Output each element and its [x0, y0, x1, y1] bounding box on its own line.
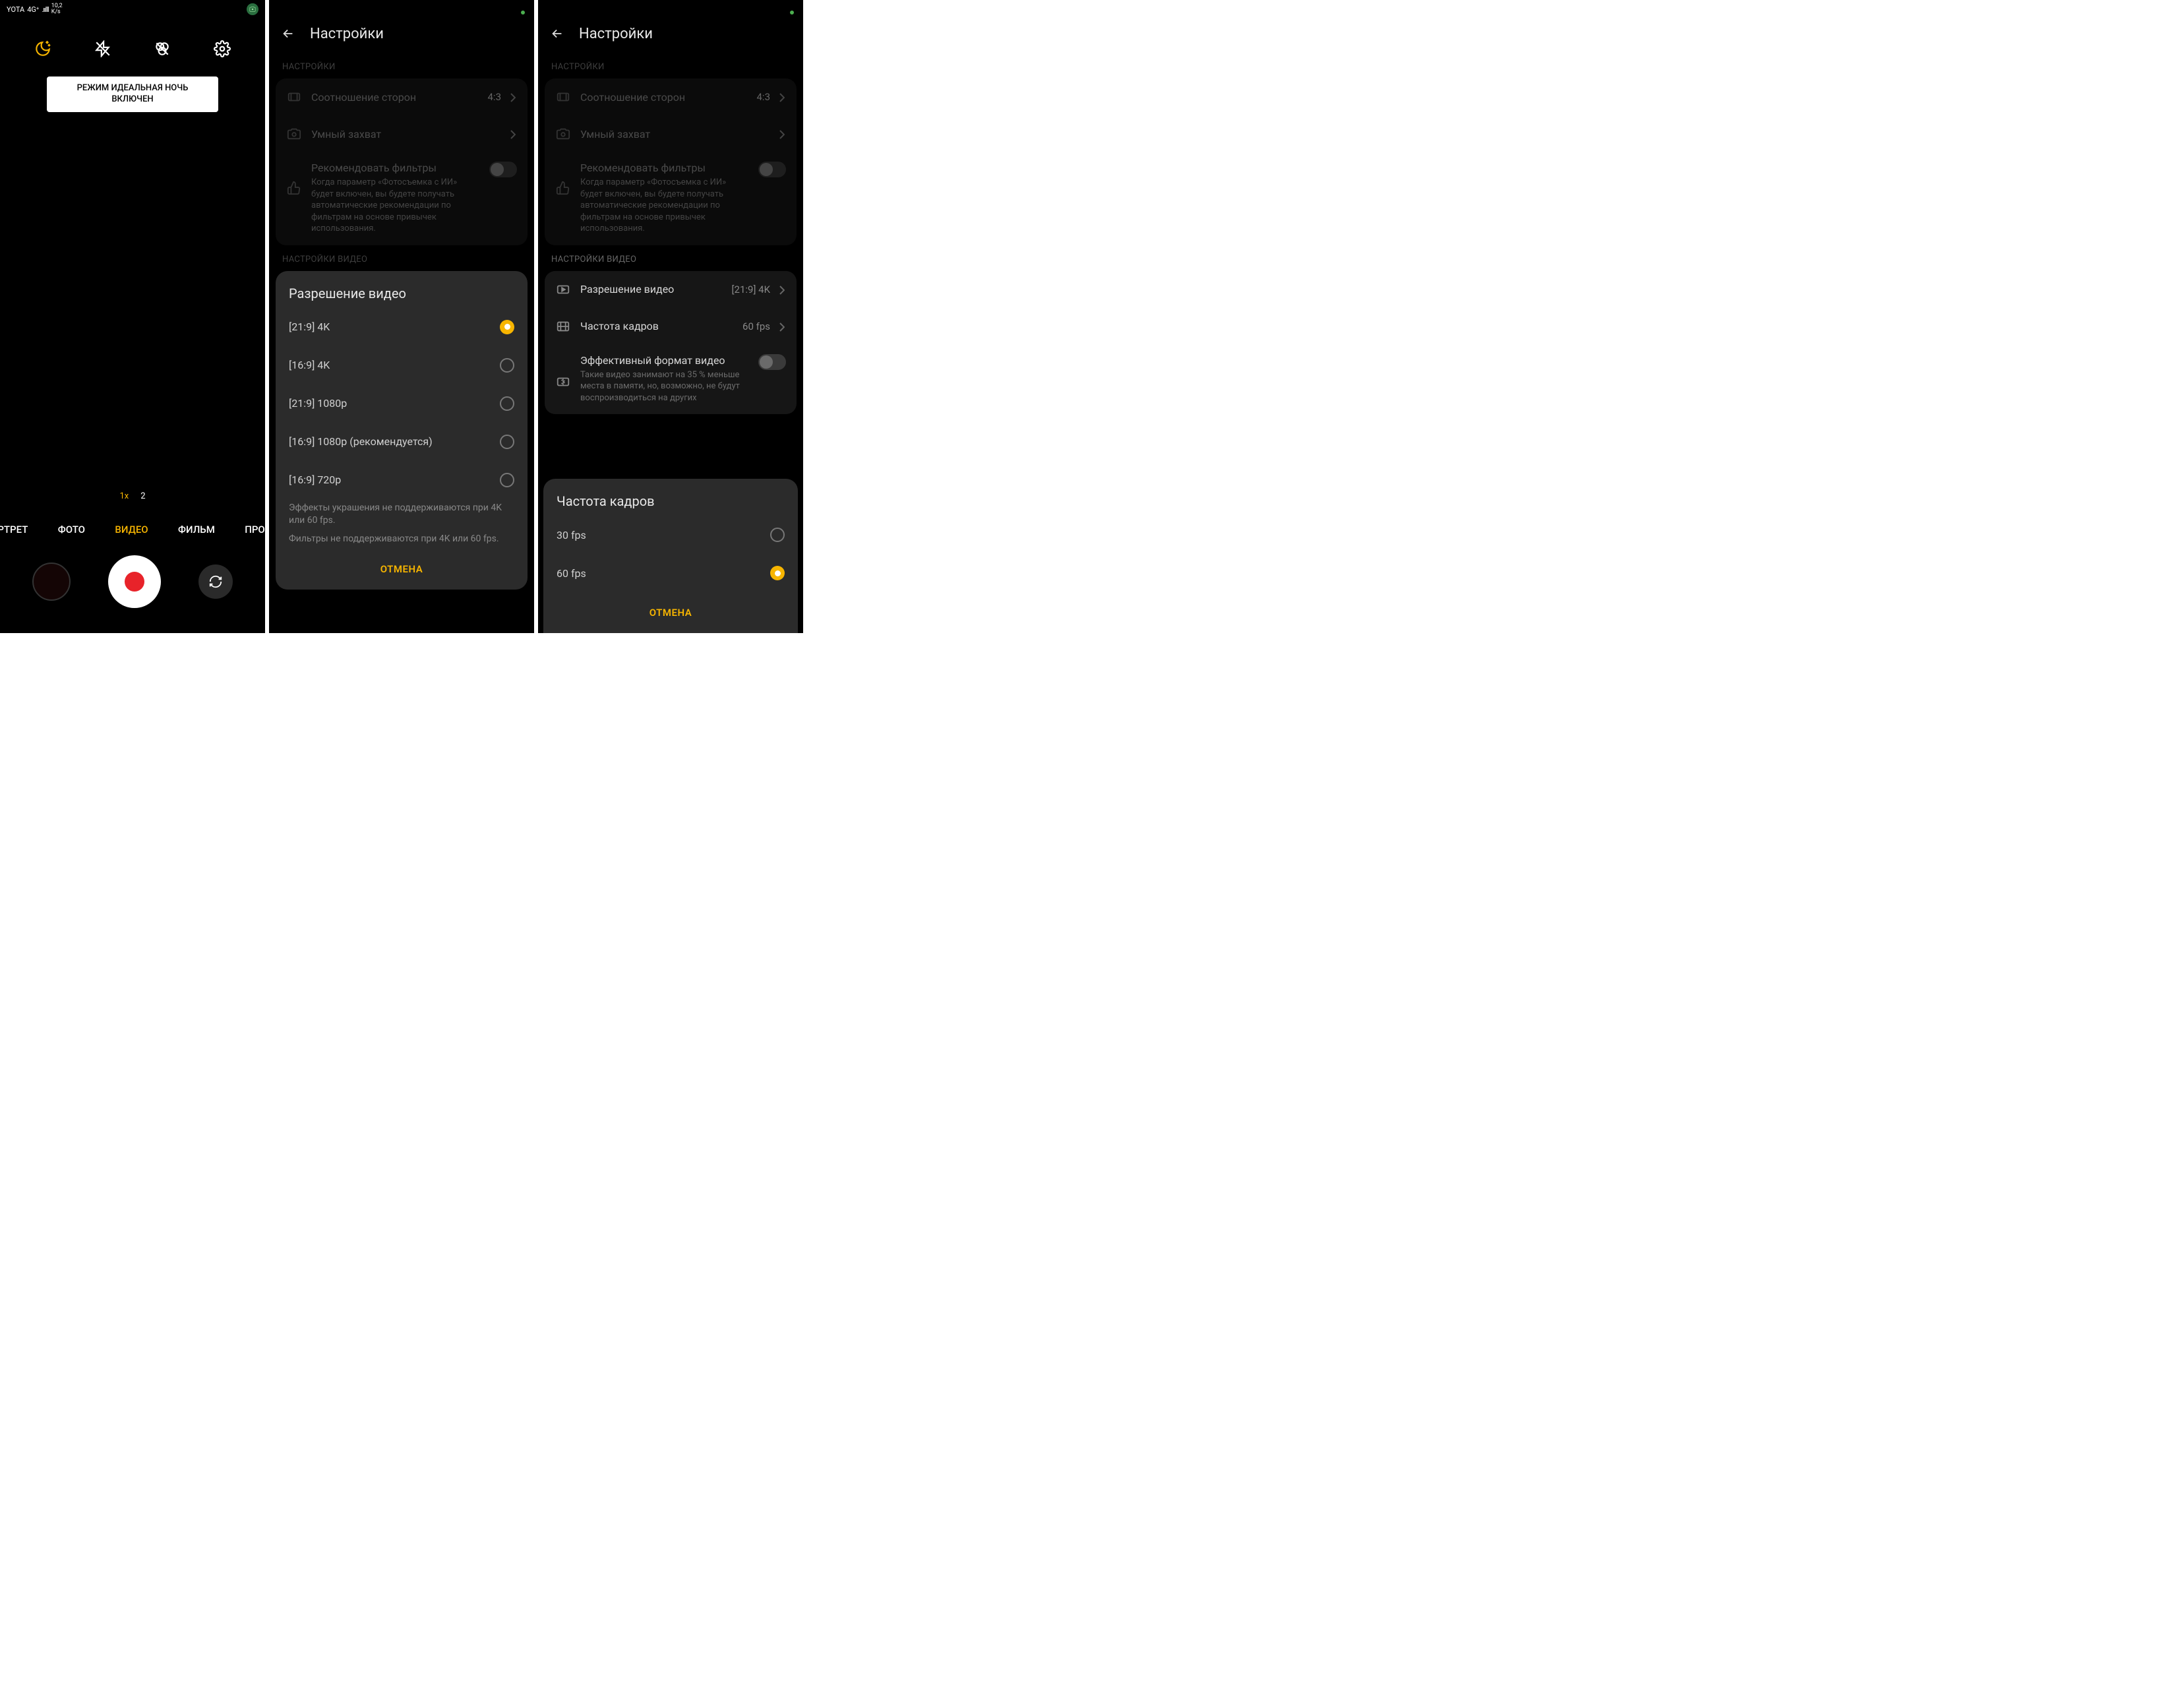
aspect-icon [555, 89, 571, 105]
general-settings-card: Соотношение сторон 4:3 Умный захват Реко… [545, 78, 797, 245]
mode-film[interactable]: ФИЛЬМ [178, 524, 215, 535]
speed-label: 10,2 K/s [51, 3, 63, 15]
efficient-format-icon [555, 374, 571, 390]
aspect-ratio-row[interactable]: Соотношение сторон 4:3 [276, 78, 528, 115]
dialog-title: Разрешение видео [276, 271, 528, 308]
record-dot-icon [125, 572, 144, 592]
cancel-button[interactable]: ОТМЕНА [276, 549, 528, 590]
aspect-icon [286, 89, 302, 105]
settings-screen-framerate: Настройки НАСТРОЙКИ Соотношение сторон 4… [538, 0, 803, 633]
back-button[interactable] [549, 25, 566, 42]
radio-icon [500, 358, 514, 373]
radio-icon [500, 473, 514, 487]
privacy-dot-icon [790, 11, 794, 15]
dialog-title: Частота кадров [543, 479, 798, 516]
back-button[interactable] [280, 25, 297, 42]
aspect-ratio-row[interactable]: Соотношение сторон 4:3 [545, 78, 797, 115]
fps-option-60[interactable]: 60 fps [543, 554, 798, 592]
mode-photo[interactable]: ФОТО [58, 524, 85, 535]
chevron-right-icon [779, 322, 786, 331]
network-label: 4G⁺ [27, 5, 39, 14]
thumbs-up-icon [286, 180, 302, 196]
chevron-right-icon [779, 92, 786, 102]
radio-icon [770, 528, 785, 542]
settings-title: Настройки [310, 26, 384, 42]
camera-active-badge [247, 3, 258, 15]
res-option-16-9-1080p[interactable]: [16:9] 1080p (рекомендуется) [276, 423, 528, 461]
privacy-dot-icon [521, 11, 525, 15]
efficient-toggle[interactable] [758, 354, 786, 370]
mode-pro[interactable]: ПРОФІ [245, 524, 265, 535]
filter-disabled-icon[interactable] [152, 38, 173, 59]
radio-selected-icon [770, 566, 785, 580]
radio-icon [500, 396, 514, 411]
camera-screen: YOTA 4G⁺ 10,2 K/s РЕЖИМ ИДЕАЛЬНАЯ НОЧЬ В… [0, 0, 265, 633]
filters-toggle[interactable] [489, 162, 517, 177]
settings-screen-resolution: Настройки НАСТРОЙКИ Соотношение сторон 4… [269, 0, 534, 633]
filters-toggle[interactable] [758, 162, 786, 177]
section-label-video: НАСТРОЙКИ ВИДЕО [538, 245, 803, 271]
res-option-21-9-1080p[interactable]: [21:9] 1080p [276, 384, 528, 423]
zoom-2x[interactable]: 2 [140, 491, 145, 501]
video-settings-card: Разрешение видео [21:9] 4K Частота кадро… [545, 271, 797, 415]
section-label-general: НАСТРОЙКИ [269, 53, 534, 78]
mode-selector: ОРТРЕТ ФОТО ВИДЕО ФИЛЬМ ПРОФІ [0, 524, 265, 535]
shutter-row [0, 555, 265, 608]
recommend-filters-row: Рекомендовать фильтры Когда параметр «Фо… [276, 152, 528, 245]
signal-icon [42, 5, 48, 14]
res-option-21-9-4k[interactable]: [21:9] 4K [276, 308, 528, 346]
settings-header: Настройки [538, 15, 803, 53]
film-icon [555, 319, 571, 334]
fps-option-30[interactable]: 30 fps [543, 516, 798, 554]
section-label-video: НАСТРОЙКИ ВИДЕО [269, 245, 534, 271]
camera-icon [555, 126, 571, 142]
carrier-label: YOTA [7, 5, 24, 14]
chevron-right-icon [510, 92, 517, 102]
settings-title: Настройки [579, 26, 653, 42]
section-label-general: НАСТРОЙКИ [538, 53, 803, 78]
res-option-16-9-4k[interactable]: [16:9] 4K [276, 346, 528, 384]
mode-toast: РЕЖИМ ИДЕАЛЬНАЯ НОЧЬ ВКЛЮЧЕН [47, 76, 218, 112]
framerate-dialog: Частота кадров 30 fps 60 fps ОТМЕНА [543, 479, 798, 633]
mode-portrait[interactable]: ОРТРЕТ [0, 524, 28, 535]
zoom-1x[interactable]: 1x [119, 491, 129, 501]
chevron-right-icon [779, 285, 786, 294]
smart-capture-row[interactable]: Умный захват [276, 115, 528, 152]
night-mode-icon[interactable] [32, 38, 53, 59]
video-icon [555, 282, 571, 297]
zoom-selector: 1x 2 [119, 491, 145, 501]
smart-capture-row[interactable]: Умный захват [545, 115, 797, 152]
resolution-dialog: Разрешение видео [21:9] 4K [16:9] 4K [21… [276, 271, 528, 590]
recommend-filters-row: Рекомендовать фильтры Когда параметр «Фо… [545, 152, 797, 245]
camera-icon [286, 126, 302, 142]
radio-icon [500, 435, 514, 449]
radio-selected-icon [500, 320, 514, 334]
res-option-16-9-720p[interactable]: [16:9] 720p [276, 461, 528, 499]
general-settings-card: Соотношение сторон 4:3 Умный захват Реко… [276, 78, 528, 245]
framerate-row[interactable]: Частота кадров 60 fps [545, 308, 797, 345]
switch-camera-button[interactable] [198, 564, 233, 599]
settings-header: Настройки [269, 15, 534, 53]
video-resolution-row[interactable]: Разрешение видео [21:9] 4K [545, 271, 797, 308]
settings-icon[interactable] [212, 38, 233, 59]
gallery-thumbnail[interactable] [32, 563, 71, 601]
chevron-right-icon [779, 129, 786, 138]
efficient-video-row: Эффективный формат видео Такие видео зан… [545, 345, 797, 415]
chevron-right-icon [510, 129, 517, 138]
dialog-note-2: Фильтры не поддерживаются при 4K или 60 … [276, 530, 528, 549]
camera-top-toolbar [0, 18, 265, 71]
flash-off-icon[interactable] [92, 38, 113, 59]
dialog-note-1: Эффекты украшения не поддерживаются при … [276, 499, 528, 530]
mode-video[interactable]: ВИДЕО [115, 524, 148, 535]
cancel-button[interactable]: ОТМЕНА [543, 592, 798, 633]
shutter-button[interactable] [108, 555, 161, 608]
thumbs-up-icon [555, 180, 571, 196]
status-bar: YOTA 4G⁺ 10,2 K/s [0, 0, 265, 18]
